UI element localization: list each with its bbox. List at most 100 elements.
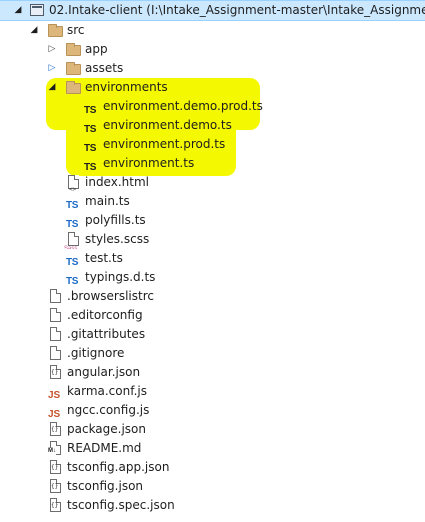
- tree-item-index-html[interactable]: <> index.html: [0, 173, 425, 192]
- tree-item-label: tsconfig.json: [67, 479, 144, 493]
- tree-item-label: environment.ts: [103, 156, 195, 170]
- json-badge: {}: [51, 426, 59, 433]
- json-badge: {}: [51, 369, 59, 376]
- tree-item-browserslistrc[interactable]: .browserslistrc: [0, 287, 425, 306]
- tree-item-label: angular.json: [67, 365, 141, 379]
- tree-item-polyfills-ts[interactable]: TS polyfills.ts: [0, 211, 425, 230]
- folder-icon: [66, 61, 82, 76]
- tree-item-project[interactable]: ◢ 02.Intake-client (I:\Intake_Assignment…: [0, 0, 425, 21]
- tree-item-label: polyfills.ts: [85, 213, 146, 227]
- json-badge: {}: [51, 502, 59, 509]
- tree-item-label: src: [67, 23, 85, 37]
- ts-badge: TS: [66, 257, 79, 268]
- folder-icon: [66, 80, 82, 95]
- tree-item-label: package.json: [67, 422, 147, 436]
- json-badge: {}: [51, 483, 59, 490]
- tree-item-label: .gitattributes: [67, 327, 146, 341]
- tree-item-package-json[interactable]: {} package.json: [0, 420, 425, 439]
- json-file-icon: {}: [48, 365, 64, 380]
- chevron-down-icon[interactable]: ◢: [46, 78, 58, 97]
- typescript-file-icon: TS: [66, 213, 82, 230]
- javascript-file-icon: JS: [48, 403, 64, 420]
- tree-item-label: environment.prod.ts: [103, 137, 226, 151]
- file-icon: [48, 308, 64, 323]
- folder-icon: [66, 42, 82, 57]
- chevron-right-icon[interactable]: ▷: [46, 40, 58, 59]
- tree-item-label: environment.demo.prod.ts: [103, 99, 263, 113]
- json-file-icon: {}: [48, 422, 64, 437]
- tree-item-ngcc-config-js[interactable]: JS ngcc.config.js: [0, 401, 425, 420]
- ts-badge: TS: [66, 200, 79, 211]
- html-badge: <>: [69, 186, 77, 192]
- tree-item-src[interactable]: ◢ src: [0, 21, 425, 40]
- sass-badge: Sass: [64, 246, 78, 249]
- tree-item-environment-demo[interactable]: TS environment.demo.ts: [0, 116, 425, 135]
- typescript-file-icon: TS: [84, 118, 100, 135]
- json-badge: {}: [51, 464, 59, 471]
- tree-item-label: typings.d.ts: [85, 270, 156, 284]
- tree-item-gitattributes[interactable]: .gitattributes: [0, 325, 425, 344]
- folder-icon: [48, 23, 64, 38]
- typescript-file-icon: TS: [66, 194, 82, 211]
- solution-explorer-tree: ◢ 02.Intake-client (I:\Intake_Assignment…: [0, 0, 425, 522]
- chevron-down-icon[interactable]: ◢: [28, 21, 40, 40]
- tree-item-environment-demo-prod[interactable]: TS environment.demo.prod.ts: [0, 97, 425, 116]
- tree-item-environment[interactable]: TS environment.ts: [0, 154, 425, 173]
- tree-item-label: .browserslistrc: [67, 289, 154, 303]
- tree-item-editorconfig[interactable]: .editorconfig: [0, 306, 425, 325]
- tree-item-app[interactable]: ▷ app: [0, 40, 425, 59]
- ts-badge: TS: [66, 219, 79, 230]
- tree-item-label: main.ts: [85, 194, 130, 208]
- typescript-file-icon: TS: [66, 251, 82, 268]
- tree-item-label: karma.conf.js: [67, 384, 147, 398]
- tree-item-test-ts[interactable]: TS test.ts: [0, 249, 425, 268]
- md-badge: M↓: [48, 448, 56, 455]
- tree-item-label: environments: [85, 80, 168, 94]
- tree-item-main-ts[interactable]: TS main.ts: [0, 192, 425, 211]
- tree-item-label: assets: [85, 61, 124, 75]
- javascript-file-icon: JS: [48, 384, 64, 401]
- ts-badge: TS: [84, 105, 97, 116]
- tree-item-environment-prod[interactable]: TS environment.prod.ts: [0, 135, 425, 154]
- file-icon: [48, 346, 64, 361]
- js-badge: JS: [48, 390, 61, 401]
- tree-item-angular-json[interactable]: {} angular.json: [0, 363, 425, 382]
- file-icon: [48, 327, 64, 342]
- json-file-icon: {}: [48, 479, 64, 494]
- ts-badge: TS: [84, 162, 97, 173]
- tree-item-label: .editorconfig: [67, 308, 143, 322]
- chevron-down-icon[interactable]: ◢: [12, 1, 24, 20]
- tree-item-label: ngcc.config.js: [67, 403, 150, 417]
- tree-item-label: index.html: [85, 175, 149, 189]
- tree-item-tsconfig-json[interactable]: {} tsconfig.json: [0, 477, 425, 496]
- tree-item-label: tsconfig.spec.json: [67, 498, 175, 512]
- tree-item-tsconfig-app-json[interactable]: {} tsconfig.app.json: [0, 458, 425, 477]
- tree-item-karma-conf-js[interactable]: JS karma.conf.js: [0, 382, 425, 401]
- json-file-icon: {}: [48, 460, 64, 475]
- typescript-file-icon: TS: [84, 156, 100, 173]
- typescript-file-icon: TS: [84, 99, 100, 116]
- sass-file-icon: Sass: [64, 232, 82, 249]
- tree-item-assets[interactable]: ▷ assets: [0, 59, 425, 78]
- project-icon: [30, 4, 44, 16]
- tree-item-readme-md[interactable]: M↓ README.md: [0, 439, 425, 458]
- tree-item-label: test.ts: [85, 251, 123, 265]
- tree-item-label: tsconfig.app.json: [67, 460, 170, 474]
- tree-item-typings-d-ts[interactable]: TS typings.d.ts: [0, 268, 425, 287]
- ts-badge: TS: [84, 124, 97, 135]
- js-badge: JS: [48, 409, 61, 420]
- tree-item-label: .gitignore: [67, 346, 125, 360]
- ts-badge: TS: [84, 143, 97, 154]
- ts-badge: TS: [66, 276, 79, 287]
- tree-item-label: environment.demo.ts: [103, 118, 232, 132]
- tree-item-tsconfig-spec-json[interactable]: {} tsconfig.spec.json: [0, 496, 425, 515]
- chevron-right-icon[interactable]: ▷: [46, 59, 58, 78]
- tree-item-styles-scss[interactable]: Sass styles.scss: [0, 230, 425, 249]
- tree-item-label: styles.scss: [85, 232, 150, 246]
- tree-item-environments[interactable]: ◢ environments: [0, 78, 425, 97]
- markdown-file-icon: M↓: [48, 441, 64, 456]
- html-file-icon: <>: [66, 175, 82, 192]
- typescript-file-icon: TS: [66, 270, 82, 287]
- tree-item-gitignore[interactable]: .gitignore: [0, 344, 425, 363]
- project-label: 02.Intake-client (I:\Intake_Assignment-m…: [49, 3, 425, 17]
